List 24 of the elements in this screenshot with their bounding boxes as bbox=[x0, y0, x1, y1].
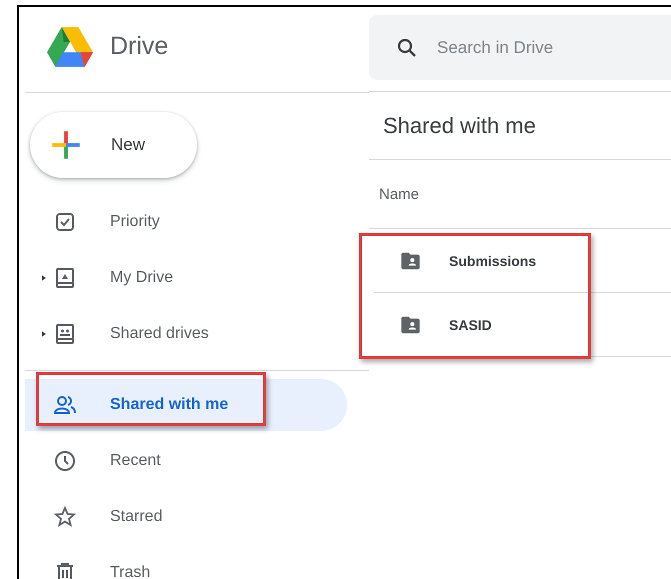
nav-item[interactable]: Trash bbox=[25, 547, 347, 579]
star-icon bbox=[53, 505, 77, 529]
search-input[interactable]: Search in Drive bbox=[435, 36, 659, 58]
file-name[interactable]: Submissions bbox=[449, 252, 536, 268]
drive-icon bbox=[53, 266, 77, 290]
nav-item[interactable]: Starred bbox=[25, 491, 347, 543]
search-field[interactable]: Search in Drive bbox=[369, 15, 671, 80]
checkbox-icon bbox=[53, 210, 77, 234]
page-title: Shared with me bbox=[382, 112, 537, 140]
expand-arrow-icon bbox=[40, 329, 48, 339]
people-icon bbox=[53, 393, 77, 417]
expand-arrow-icon bbox=[40, 273, 48, 283]
nav-item[interactable]: Shared with me bbox=[25, 379, 347, 431]
nav-item[interactable]: Priority bbox=[25, 196, 347, 248]
nav-item[interactable]: My Drive bbox=[25, 252, 347, 304]
nav-item[interactable]: Shared drives bbox=[25, 308, 347, 360]
new-button[interactable]: New bbox=[30, 112, 197, 178]
plus-icon bbox=[51, 130, 81, 160]
nav-item[interactable]: Recent bbox=[25, 435, 347, 487]
app-name: Drive bbox=[110, 32, 168, 61]
clock-icon bbox=[53, 449, 77, 473]
column-header[interactable]: Name bbox=[379, 186, 420, 202]
file-name[interactable]: SASID bbox=[449, 316, 492, 332]
shared-drive-icon bbox=[53, 322, 77, 346]
